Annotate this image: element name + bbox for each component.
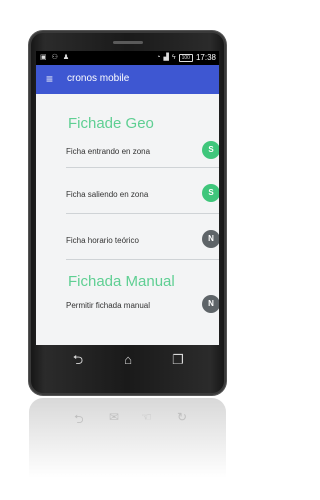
reflection-hand-icon: ☜ [141, 410, 152, 424]
wifi-icon: ◔ [156, 54, 161, 61]
divider [66, 213, 219, 214]
phone-speaker [113, 41, 143, 44]
reflection-refresh-icon: ↻ [177, 410, 188, 424]
toggle-badge-manual[interactable]: N [202, 295, 219, 313]
row-label-saliendo: Ficha saliendo en zona [66, 190, 149, 199]
toggle-badge-entrando[interactable]: S [202, 141, 219, 159]
charging-icon: ϟ [171, 54, 176, 61]
phone-screen: ▣ ⚇ ♟ ◔ ▟ ϟ 100 17:38 ≡ cronos mobile Fi… [36, 51, 219, 345]
row-label-entrando: Ficha entrando en zona [66, 147, 151, 156]
section-title-manual: Fichada Manual [68, 273, 175, 290]
section-title-geo: Fichade Geo [68, 115, 154, 132]
status-bar: ▣ ⚇ ♟ ◔ ▟ ϟ 100 17:38 [36, 51, 219, 65]
status-time: 17:38 [195, 53, 216, 62]
home-icon[interactable]: ⌂ [118, 351, 138, 369]
image-notification-icon: ▣ [40, 54, 47, 61]
app-bar: ≡ cronos mobile [36, 65, 219, 94]
nav-bar: ⮌ ⌂ ❐ [36, 345, 219, 375]
divider [66, 259, 219, 260]
reflection-mail-icon: ✉ [109, 410, 120, 424]
voicemail-icon: ⚇ [51, 54, 58, 61]
toggle-badge-saliendo[interactable]: S [202, 184, 219, 202]
recents-icon[interactable]: ❐ [168, 351, 188, 369]
reflection-back-icon: ⮌ [74, 412, 84, 426]
back-icon[interactable]: ⮌ [68, 351, 88, 369]
battery-icon: 100 [178, 54, 193, 62]
toggle-badge-horario[interactable]: N [202, 230, 219, 248]
phone-reflection: ⮌ ✉ ☜ ↻ [29, 398, 226, 498]
row-label-horario: Ficha horario teórico [66, 236, 139, 245]
row-label-manual: Permitir fichada manual [66, 301, 151, 310]
hamburger-icon[interactable]: ≡ [46, 72, 53, 86]
signal-icon: ▟ [163, 54, 169, 61]
android-icon: ♟ [62, 54, 70, 61]
divider [66, 167, 219, 168]
app-title: cronos mobile [67, 73, 130, 84]
